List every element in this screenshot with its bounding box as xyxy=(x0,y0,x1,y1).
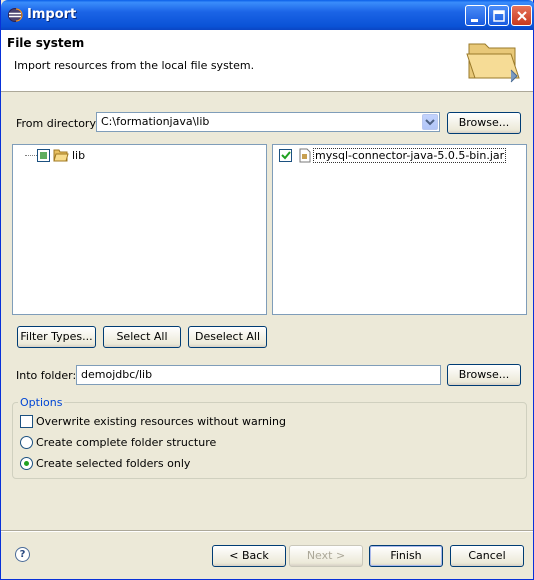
back-button[interactable]: < Back xyxy=(212,545,286,567)
combo-dropdown-button[interactable] xyxy=(422,114,438,130)
jar-file-icon xyxy=(299,148,311,163)
footer-separator xyxy=(1,530,533,532)
into-folder-input[interactable]: demojdbc/lib xyxy=(76,365,441,385)
maximize-icon xyxy=(493,10,505,22)
next-button[interactable]: Next > xyxy=(289,545,363,567)
partial-check-icon xyxy=(40,152,47,159)
cancel-button[interactable]: Cancel xyxy=(450,545,524,567)
file-item-checkbox[interactable] xyxy=(279,149,292,162)
help-icon[interactable]: ? xyxy=(15,547,30,562)
overwrite-label[interactable]: Overwrite existing resources without war… xyxy=(36,415,286,428)
eclipse-icon xyxy=(8,8,23,22)
create-complete-radio[interactable] xyxy=(20,436,33,449)
filter-types-button[interactable]: Filter Types... xyxy=(17,326,96,348)
create-selected-radio[interactable] xyxy=(20,457,33,470)
wizard-header: File system Import resources from the lo… xyxy=(1,30,533,92)
file-item-label[interactable]: mysql-connector-java-5.0.5-bin.jar xyxy=(313,148,507,163)
tree-item-checkbox[interactable] xyxy=(37,149,50,162)
tree-item-label[interactable]: lib xyxy=(72,149,85,162)
browse-destination-button[interactable]: Browse... xyxy=(447,364,521,386)
page-title: File system xyxy=(7,36,85,50)
maximize-button[interactable] xyxy=(488,5,509,26)
overwrite-checkbox[interactable] xyxy=(20,415,33,428)
create-complete-label[interactable]: Create complete folder structure xyxy=(36,436,216,449)
from-directory-value: C:\formationjava\lib xyxy=(101,115,210,128)
import-dialog: Import File system Import resources from… xyxy=(0,0,534,580)
into-folder-label: Into folder: xyxy=(16,369,77,382)
deselect-all-button[interactable]: Deselect All xyxy=(188,326,267,348)
open-folder-icon xyxy=(466,43,520,83)
finish-button[interactable]: Finish xyxy=(369,545,443,567)
close-icon xyxy=(517,11,527,21)
from-directory-label: From directory: xyxy=(16,117,99,130)
radio-selected-dot xyxy=(24,461,29,466)
window-title: Import xyxy=(27,7,77,22)
chevron-down-icon xyxy=(425,119,435,126)
browse-source-button[interactable]: Browse... xyxy=(447,112,521,134)
checkmark-icon xyxy=(281,151,291,160)
close-button[interactable] xyxy=(511,5,532,26)
page-description: Import resources from the local file sys… xyxy=(14,59,255,72)
title-bar[interactable]: Import xyxy=(1,0,534,30)
folder-tree-panel[interactable]: lib xyxy=(12,144,267,315)
minimize-icon xyxy=(471,19,478,22)
select-all-button[interactable]: Select All xyxy=(103,326,181,348)
options-group-label: Options xyxy=(18,396,65,409)
minimize-button[interactable] xyxy=(465,5,486,26)
tree-connector xyxy=(25,155,37,156)
from-directory-combo[interactable]: C:\formationjava\lib xyxy=(96,112,440,132)
file-list-panel[interactable]: mysql-connector-java-5.0.5-bin.jar xyxy=(272,144,527,315)
folder-icon xyxy=(53,149,69,162)
create-selected-label[interactable]: Create selected folders only xyxy=(36,457,190,470)
